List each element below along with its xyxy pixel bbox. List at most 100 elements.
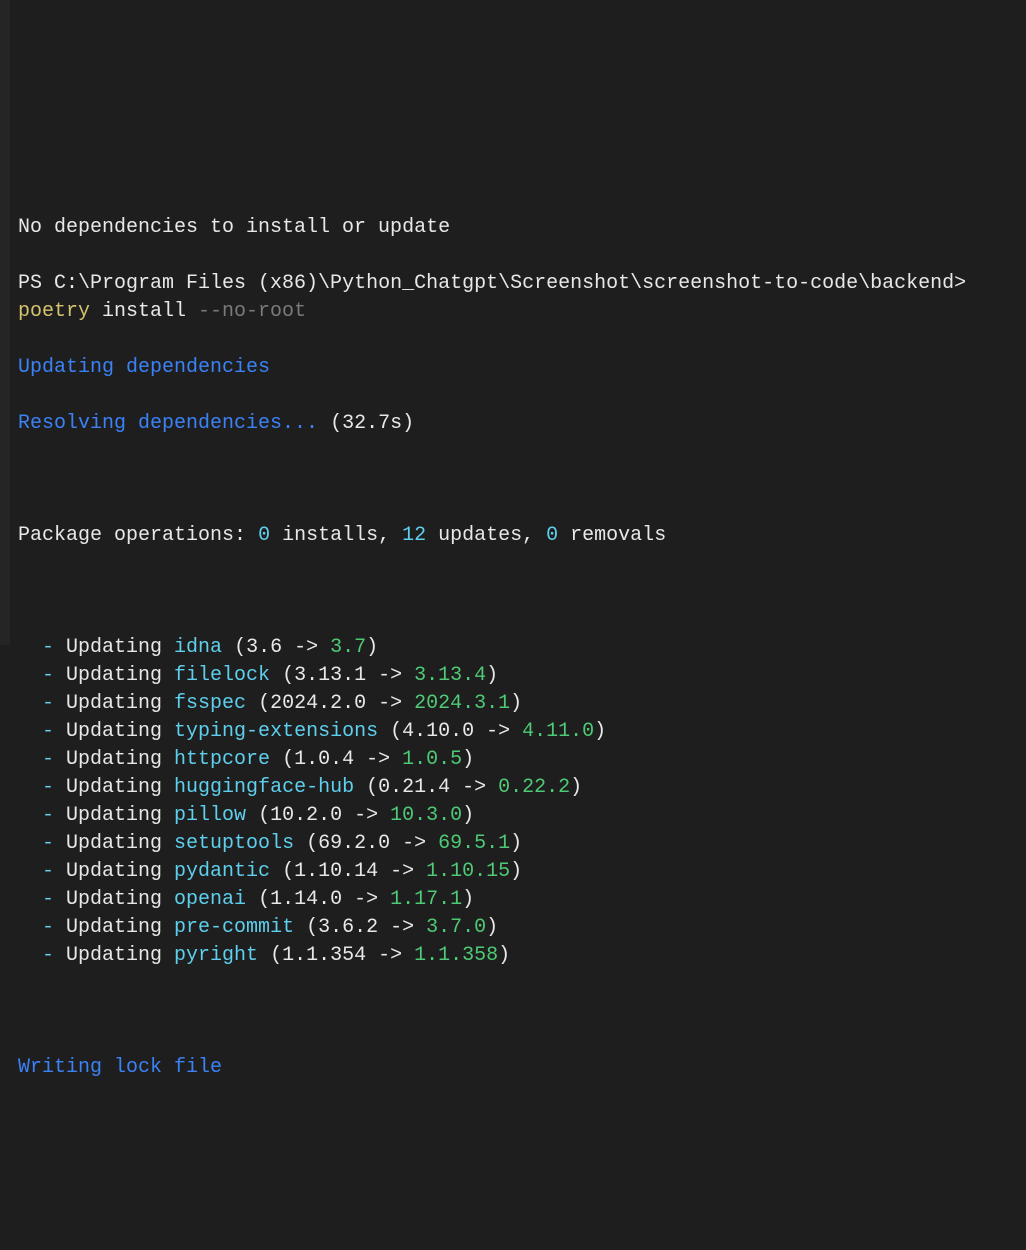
prompt-prefix: PS [18,272,54,295]
package-name: typing-extensions [174,718,378,746]
updating-word: Updating [54,858,174,886]
version-to: 1.1.358 [414,942,498,970]
update-line: - Updating openai (1.14.0 -> 1.17.1) [18,886,1016,914]
terminal-output[interactable]: No dependencies to install or update PS … [18,186,1016,1110]
resolving-deps-text: Resolving dependencies... [18,412,318,435]
prompt-path: C:\Program Files (x86)\Python_Chatgpt\Sc… [54,272,954,295]
command-keyword: poetry [18,300,90,323]
updating-word: Updating [54,830,174,858]
pkg-ops-installs-t: installs, [270,524,402,547]
bullet-icon: - [42,690,54,718]
package-name: pyright [174,942,258,970]
version-to: 4.11.0 [522,718,594,746]
paren-open: ( [270,858,294,886]
bullet-icon: - [42,802,54,830]
pkg-ops-removals-t: removals [558,524,666,547]
arrow-icon: -> [378,914,426,942]
version-from: 1.0.4 [294,746,354,774]
blank-line [18,998,1016,1026]
updating-word: Updating [54,690,174,718]
bullet-icon: - [42,858,54,886]
paren-close: ) [594,718,606,746]
version-to: 1.10.15 [426,858,510,886]
arrow-icon: -> [342,802,390,830]
package-name: httpcore [174,746,270,774]
blank-line [18,578,1016,606]
paren-open: ( [246,886,270,914]
bullet-icon: - [42,914,54,942]
paren-open: ( [246,690,270,718]
update-line: - Updating idna (3.6 -> 3.7) [18,634,1016,662]
update-line: - Updating huggingface-hub (0.21.4 -> 0.… [18,774,1016,802]
version-from: 4.10.0 [402,718,474,746]
bullet-icon: - [42,886,54,914]
paren-close: ) [486,914,498,942]
version-to: 10.3.0 [390,802,462,830]
version-to: 2024.3.1 [414,690,510,718]
paren-close: ) [486,662,498,690]
paren-close: ) [462,802,474,830]
version-from: 3.13.1 [294,662,366,690]
bullet-icon: - [42,746,54,774]
version-from: 1.10.14 [294,858,378,886]
arrow-icon: -> [282,634,330,662]
paren-open: ( [294,830,318,858]
command-rest: install [90,300,198,323]
paren-close: ) [510,830,522,858]
version-from: 10.2.0 [270,802,342,830]
version-to: 1.17.1 [390,886,462,914]
package-name: pillow [174,802,246,830]
arrow-icon: -> [366,690,414,718]
arrow-icon: -> [450,774,498,802]
bullet-icon: - [42,634,54,662]
updating-word: Updating [54,914,174,942]
pkg-ops-removals-n: 0 [546,524,558,547]
version-from: 69.2.0 [318,830,390,858]
updating-word: Updating [54,942,174,970]
updating-deps-line: Updating dependencies [18,354,1016,382]
pkg-ops-installs-n: 0 [258,524,270,547]
updating-word: Updating [54,634,174,662]
arrow-icon: -> [378,858,426,886]
update-line: - Updating fsspec (2024.2.0 -> 2024.3.1) [18,690,1016,718]
package-name: openai [174,886,246,914]
arrow-icon: -> [474,718,522,746]
version-to: 69.5.1 [438,830,510,858]
version-to: 3.13.4 [414,662,486,690]
editor-gutter [0,0,10,645]
update-line: - Updating pillow (10.2.0 -> 10.3.0) [18,802,1016,830]
paren-open: ( [258,942,282,970]
paren-close: ) [462,886,474,914]
arrow-icon: -> [354,746,402,774]
pkg-ops-updates-t: updates, [426,524,546,547]
writing-lock-line: Writing lock file [18,1054,1016,1082]
prompt-line: PS C:\Program Files (x86)\Python_Chatgpt… [18,270,1016,326]
version-to: 3.7 [330,634,366,662]
updating-word: Updating [54,774,174,802]
updating-word: Updating [54,802,174,830]
package-name: huggingface-hub [174,774,354,802]
package-name: pre-commit [174,914,294,942]
package-name: setuptools [174,830,294,858]
paren-close: ) [510,690,522,718]
version-from: 1.14.0 [270,886,342,914]
version-to: 0.22.2 [498,774,570,802]
version-from: 3.6 [246,634,282,662]
updating-word: Updating [54,886,174,914]
paren-close: ) [498,942,510,970]
blank-line [18,466,1016,494]
paren-close: ) [462,746,474,774]
bullet-icon: - [42,942,54,970]
updates-list: - Updating idna (3.6 -> 3.7)- Updating f… [18,634,1016,970]
version-from: 2024.2.0 [270,690,366,718]
package-name: fsspec [174,690,246,718]
resolving-deps-line: Resolving dependencies... (32.7s) [18,410,1016,438]
updating-word: Updating [54,746,174,774]
update-line: - Updating pre-commit (3.6.2 -> 3.7.0) [18,914,1016,942]
version-from: 3.6.2 [318,914,378,942]
updating-word: Updating [54,662,174,690]
package-operations-line: Package operations: 0 installs, 12 updat… [18,522,1016,550]
arrow-icon: -> [342,886,390,914]
paren-close: ) [510,858,522,886]
bullet-icon: - [42,718,54,746]
